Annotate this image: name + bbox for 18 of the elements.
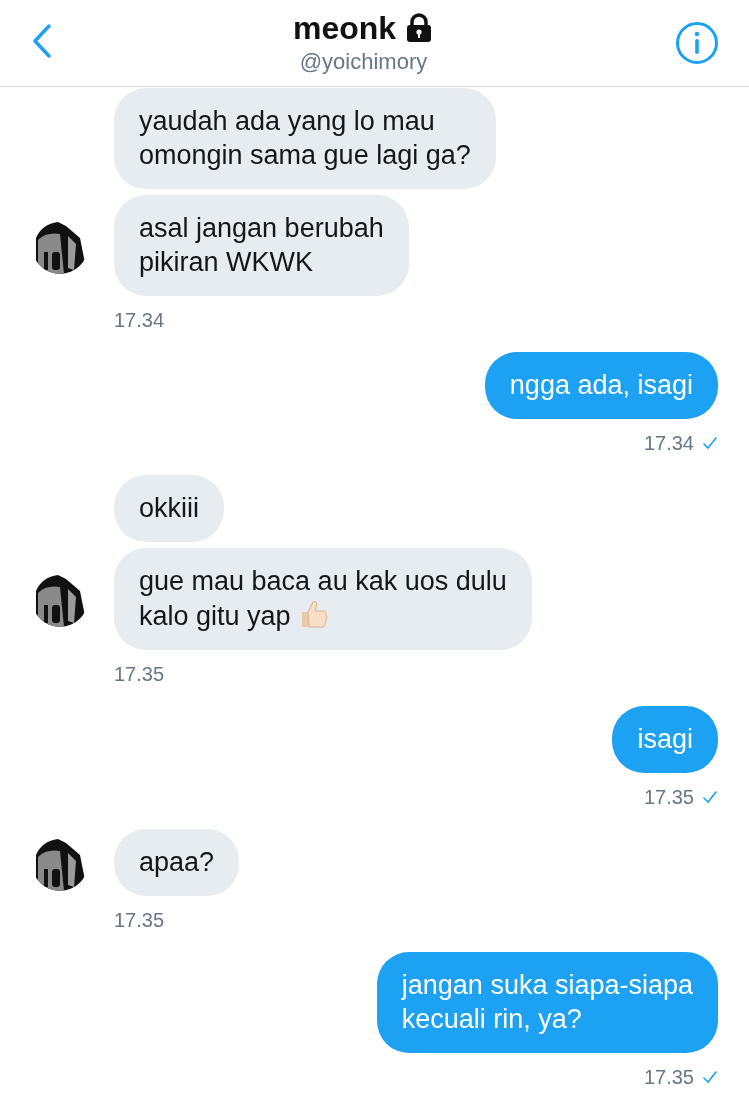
message-time: 17.35 (114, 662, 165, 686)
message-bubble: apaa? (114, 829, 240, 896)
message-bubble: okkiii (114, 475, 224, 542)
back-icon[interactable] (32, 23, 52, 59)
message-time: 17.35 (643, 785, 694, 809)
message-bubble: isagi (612, 706, 718, 773)
contact-handle: @yoichimory (299, 48, 428, 76)
message-bubble: jangan suka siapa-siapa kecuali rin, ya? (376, 952, 718, 1053)
message-bubble: gue mau baca au kak uos dulu kalo gitu yap (114, 548, 532, 650)
message-bubble: asal jangan berubah pikiran WKWK (114, 195, 409, 296)
message-time: 17.34 (114, 308, 165, 332)
contact-name: meonk (292, 9, 397, 47)
message-bubble: ngga ada, isagi (484, 352, 718, 419)
info-icon[interactable] (675, 21, 719, 65)
message-bubble: yaudah ada yang lo mau omongin sama gue lagi ga? (114, 88, 496, 189)
message-time: 17.35 (114, 908, 165, 932)
message-time: 17.35 (643, 1065, 694, 1089)
message-time: 17.34 (643, 431, 694, 455)
